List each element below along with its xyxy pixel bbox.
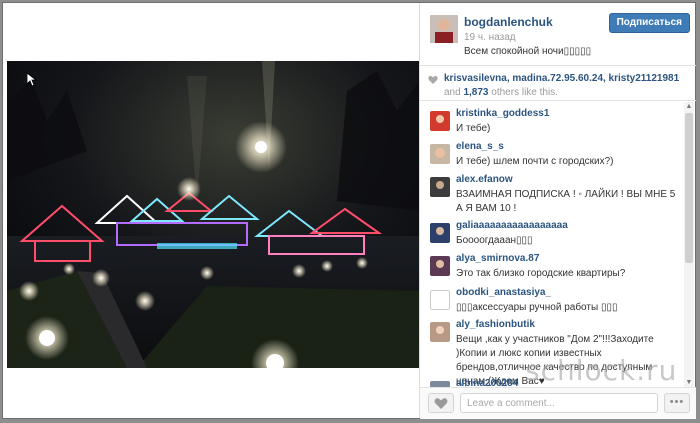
comments-list: kristinka_goddess1 И тебе) elena_s_s И т… [420, 102, 682, 387]
post-time: 19 ч. назад [464, 32, 516, 43]
post-header: bogdanlenchuk 19 ч. назад Всем спокойной… [420, 3, 696, 66]
commenter-avatar[interactable] [430, 223, 450, 243]
night-village-photo [7, 61, 419, 368]
comment-text: ВЗАИМНАЯ ПОДПИСКА ! ◦ ЛАЙКИ ! ВЫ МНЕ 5 А… [456, 189, 676, 214]
comment-text: Это так близко городские квартиры? [456, 268, 626, 279]
author-avatar-image [430, 15, 458, 43]
author-username[interactable]: bogdanlenchuk [464, 15, 553, 29]
comment-username[interactable]: albina200284 [456, 378, 518, 387]
comment-item: kristinka_goddess1 И тебе) [420, 108, 682, 140]
commenter-avatar-image [430, 144, 450, 164]
commenter-avatar[interactable] [430, 322, 450, 342]
comment-username[interactable]: kristinka_goddess1 [456, 108, 549, 119]
comment-text: ▯▯▯аксессуары ручной работы ▯▯▯ [456, 302, 618, 313]
more-options-button[interactable]: ••• [664, 393, 690, 413]
likes-count[interactable]: 1,873 [463, 87, 488, 98]
post-caption: Всем спокойной ночи▯▯▯▯▯ [464, 46, 592, 57]
likes-suffix: others like this. [491, 87, 558, 98]
comment-item: galiaaaaaaaaaaaaaaaaa Боооогдааан▯▯▯ [420, 220, 682, 252]
comment-username[interactable]: alex.efanow [456, 174, 513, 185]
likes-section: krisvasilevna, madina.72.95.60.24, krist… [420, 66, 696, 101]
comment-username[interactable]: elena_s_s [456, 141, 504, 152]
comment-text: Боооогдааан▯▯▯ [456, 235, 533, 246]
commenter-avatar-image [430, 256, 450, 276]
scroll-thumb[interactable] [685, 113, 693, 263]
comment-text: И тебе) [456, 123, 491, 134]
likes-count-line: and 1,873 others like this. [444, 87, 558, 98]
likers-list[interactable]: krisvasilevna, madina.72.95.60.24, krist… [444, 73, 679, 84]
commenter-avatar[interactable] [430, 256, 450, 276]
post-photo[interactable] [7, 61, 419, 368]
comment-username[interactable]: alya_smirnova.87 [456, 253, 539, 264]
scroll-up-arrow-icon[interactable]: ▲ [684, 102, 694, 111]
comment-item: alex.efanow ВЗАИМНАЯ ПОДПИСКА ! ◦ ЛАЙКИ … [420, 174, 682, 220]
comment-item: elena_s_s И тебе) шлем почти с городских… [420, 141, 682, 173]
heart-icon [428, 75, 438, 84]
commenter-avatar-image [430, 322, 450, 342]
commenter-avatar[interactable] [430, 290, 450, 310]
author-avatar[interactable] [430, 15, 458, 43]
comment-item: alya_smirnova.87 Это так близко городски… [420, 253, 682, 285]
watermark-text: schlock.ru [525, 354, 678, 387]
comments-scrollbar[interactable]: ▲ ▼ [684, 102, 694, 387]
commenter-avatar-image [430, 223, 450, 243]
instagram-post-window: bogdanlenchuk 19 ч. назад Всем спокойной… [2, 2, 696, 419]
mouse-cursor-icon [27, 73, 37, 87]
follow-button[interactable]: Подписаться [608, 13, 690, 33]
comment-username[interactable]: obodki_anastasiya_ [456, 287, 551, 298]
comment-username[interactable]: galiaaaaaaaaaaaaaaaaa [456, 220, 568, 231]
comment-username[interactable]: aly_fashionbutik [456, 319, 535, 330]
comment-footer: ••• [420, 387, 696, 419]
commenter-avatar-image [430, 177, 450, 197]
scroll-down-arrow-icon[interactable]: ▼ [684, 378, 694, 387]
like-button[interactable] [428, 393, 454, 413]
comment-item: obodki_anastasiya_ ▯▯▯аксессуары ручной … [420, 287, 682, 319]
comment-input[interactable] [460, 393, 658, 413]
heart-icon [434, 398, 448, 409]
comment-text: И тебе) шлем почти с городских?) [456, 156, 614, 167]
commenter-avatar[interactable] [430, 144, 450, 164]
commenter-avatar-image [430, 111, 450, 131]
commenter-avatar[interactable] [430, 111, 450, 131]
commenter-avatar[interactable] [430, 177, 450, 197]
